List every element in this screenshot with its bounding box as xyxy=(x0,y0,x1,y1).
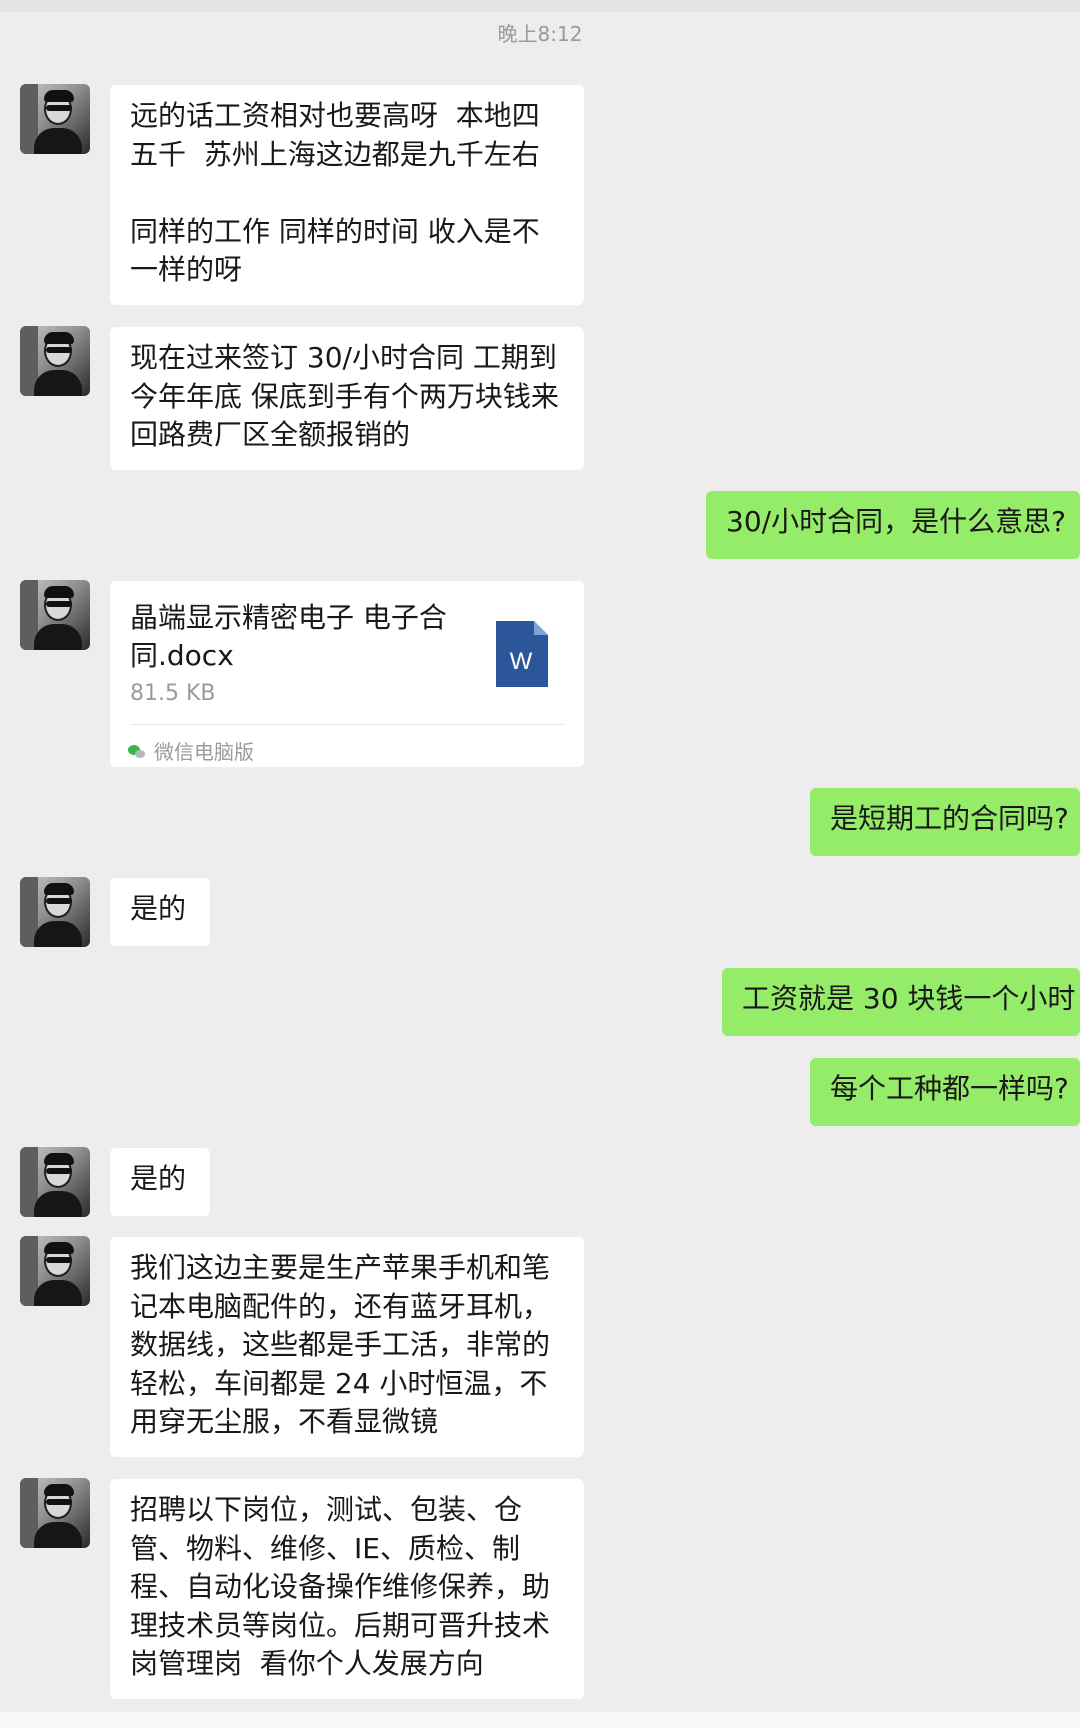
contact-avatar[interactable] xyxy=(20,1236,90,1306)
incoming-message[interactable]: 远的话工资相对也要高呀 本地四五千 苏州上海这边都是九千左右 同样的工作 同样的… xyxy=(110,85,584,305)
incoming-message[interactable]: 我们这边主要是生产苹果手机和笔记本电脑配件的，还有蓝牙耳机，数据线，这些都是手工… xyxy=(110,1237,584,1457)
file-message[interactable]: 晶端显示精密电子 电子合同.docx 81.5 KB W 微信电脑版 xyxy=(110,581,584,767)
word-doc-icon: W xyxy=(496,621,548,687)
contact-avatar[interactable] xyxy=(20,877,90,947)
incoming-message[interactable]: 现在过来签订 30/小时合同 工期到今年年底 保底到手有个两万块钱来回路费厂区全… xyxy=(110,327,584,470)
chat-timestamp: 晚上8:12 xyxy=(497,22,583,46)
contact-avatar[interactable] xyxy=(20,84,90,154)
incoming-message[interactable]: 是的 xyxy=(110,1148,210,1216)
outgoing-message[interactable]: 30/小时合同，是什么意思? xyxy=(706,491,1080,559)
word-doc-letter: W xyxy=(510,648,533,675)
file-size: 81.5 KB xyxy=(130,681,216,706)
contact-avatar[interactable] xyxy=(20,326,90,396)
incoming-message[interactable]: 招聘以下岗位，测试、包装、仓管、物料、维修、IE、质检、制程、自动化设备操作维修… xyxy=(110,1479,584,1699)
wechat-icon xyxy=(128,745,146,759)
incoming-message[interactable]: 是的 xyxy=(110,878,210,946)
input-bar-edge xyxy=(0,1712,1080,1728)
outgoing-message[interactable]: 是短期工的合同吗? xyxy=(810,788,1080,856)
file-source-label: 微信电脑版 xyxy=(154,740,254,764)
file-source: 微信电脑版 xyxy=(128,733,254,772)
top-divider xyxy=(0,0,1080,12)
contact-avatar[interactable] xyxy=(20,1478,90,1548)
contact-avatar[interactable] xyxy=(20,580,90,650)
outgoing-message[interactable]: 每个工种都一样吗? xyxy=(810,1058,1080,1126)
file-divider xyxy=(130,724,564,725)
contact-avatar[interactable] xyxy=(20,1147,90,1217)
outgoing-message[interactable]: 工资就是 30 块钱一个小时 xyxy=(722,968,1080,1036)
file-name: 晶端显示精密电子 电子合同.docx xyxy=(130,601,447,672)
